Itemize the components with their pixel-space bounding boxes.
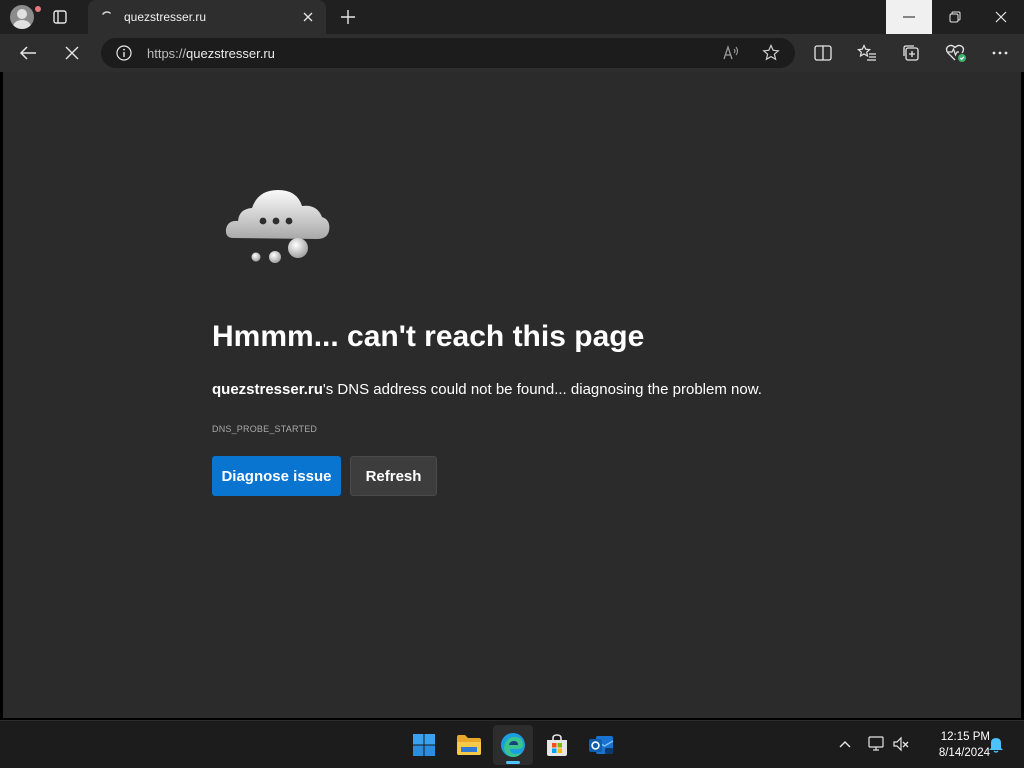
network-icon: [868, 736, 884, 751]
heart-pulse-icon: [945, 44, 966, 62]
title-bar: quezstresser.ru: [0, 0, 1024, 34]
microsoft-store-icon: [547, 734, 567, 756]
taskbar-outlook[interactable]: [581, 725, 621, 765]
loading-spinner-icon: [102, 11, 111, 15]
refresh-button[interactable]: Refresh: [350, 456, 437, 496]
taskbar: 12:15 PM 8/14/2024: [0, 720, 1024, 768]
tab-close-button[interactable]: [296, 5, 320, 29]
info-icon: [116, 45, 132, 61]
diagnose-issue-button[interactable]: Diagnose issue: [212, 456, 341, 496]
system-clock[interactable]: 12:15 PM 8/14/2024: [918, 729, 990, 761]
taskbar-start-button[interactable]: [404, 725, 444, 765]
restore-button[interactable]: [932, 0, 978, 34]
volume-tray-button[interactable]: [890, 733, 912, 755]
window-controls: [886, 0, 1024, 34]
tab-active[interactable]: quezstresser.ru: [88, 0, 326, 34]
close-icon: [995, 11, 1007, 23]
error-description: quezstresser.ru's DNS address could not …: [212, 381, 762, 398]
favorites-list-icon: [857, 44, 876, 61]
settings-and-more-button[interactable]: [984, 37, 1016, 69]
edge-browser-icon: [501, 733, 525, 757]
close-icon: [303, 12, 313, 22]
tab-actions-icon: [53, 10, 67, 24]
read-aloud-button[interactable]: [721, 43, 741, 63]
profile-notification-dot: [34, 5, 42, 13]
minimize-button[interactable]: [886, 0, 932, 34]
close-window-button[interactable]: [978, 0, 1024, 34]
navigation-toolbar: https://quezstresser.ru: [0, 34, 1024, 72]
more-icon: [992, 51, 1008, 55]
back-arrow-icon: [19, 46, 36, 60]
error-message: 's DNS address could not be found... dia…: [322, 381, 762, 398]
new-tab-button[interactable]: [334, 0, 362, 34]
clock-date: 8/14/2024: [938, 747, 990, 759]
split-screen-icon: [814, 45, 832, 61]
url-host: quezstresser.ru: [186, 45, 275, 61]
star-icon: [762, 44, 780, 61]
restore-icon: [949, 11, 961, 23]
back-button[interactable]: [12, 37, 44, 69]
stop-loading-button[interactable]: [56, 37, 88, 69]
read-aloud-icon: [723, 44, 739, 60]
site-info-button[interactable]: [115, 44, 133, 62]
url-scheme: https://: [147, 45, 187, 61]
error-host: quezstresser.ru: [212, 381, 323, 398]
stop-icon: [65, 46, 79, 60]
cloud-error-icon: [225, 190, 330, 263]
notifications-button[interactable]: [985, 733, 1007, 755]
collections-icon: [903, 45, 919, 61]
clock-time: 12:15 PM: [940, 731, 990, 743]
bell-icon: [989, 738, 1003, 753]
show-hidden-icons-button[interactable]: [834, 733, 856, 755]
error-code: DNS_PROBE_STARTED: [212, 424, 318, 434]
active-app-indicator: [506, 761, 520, 764]
windows-start-icon: [413, 734, 435, 756]
plus-icon: [341, 10, 355, 24]
error-headline: Hmmm... can't reach this page: [212, 320, 645, 353]
taskbar-microsoft-store[interactable]: [537, 725, 577, 765]
profile-button[interactable]: [8, 0, 42, 34]
split-screen-button[interactable]: [807, 37, 839, 69]
network-tray-button[interactable]: [866, 733, 888, 755]
volume-muted-icon: [893, 736, 909, 752]
outlook-icon: [589, 736, 614, 754]
file-explorer-icon: [457, 735, 481, 755]
collections-button[interactable]: [895, 37, 927, 69]
tab-title: quezstresser.ru: [124, 10, 207, 24]
page-content: Hmmm... can't reach this page quezstress…: [3, 72, 1021, 718]
browser-essentials-button[interactable]: [940, 37, 972, 69]
url-text[interactable]: https://quezstresser.ru: [147, 46, 275, 61]
taskbar-edge[interactable]: [493, 725, 533, 765]
favorites-button[interactable]: [851, 37, 883, 69]
tab-actions-button[interactable]: [44, 0, 76, 34]
minimize-icon: [903, 16, 915, 18]
favorite-button[interactable]: [761, 43, 781, 63]
chevron-up-icon: [839, 741, 851, 748]
taskbar-file-explorer[interactable]: [449, 725, 489, 765]
address-bar[interactable]: https://quezstresser.ru: [101, 38, 795, 68]
avatar: [10, 5, 34, 29]
